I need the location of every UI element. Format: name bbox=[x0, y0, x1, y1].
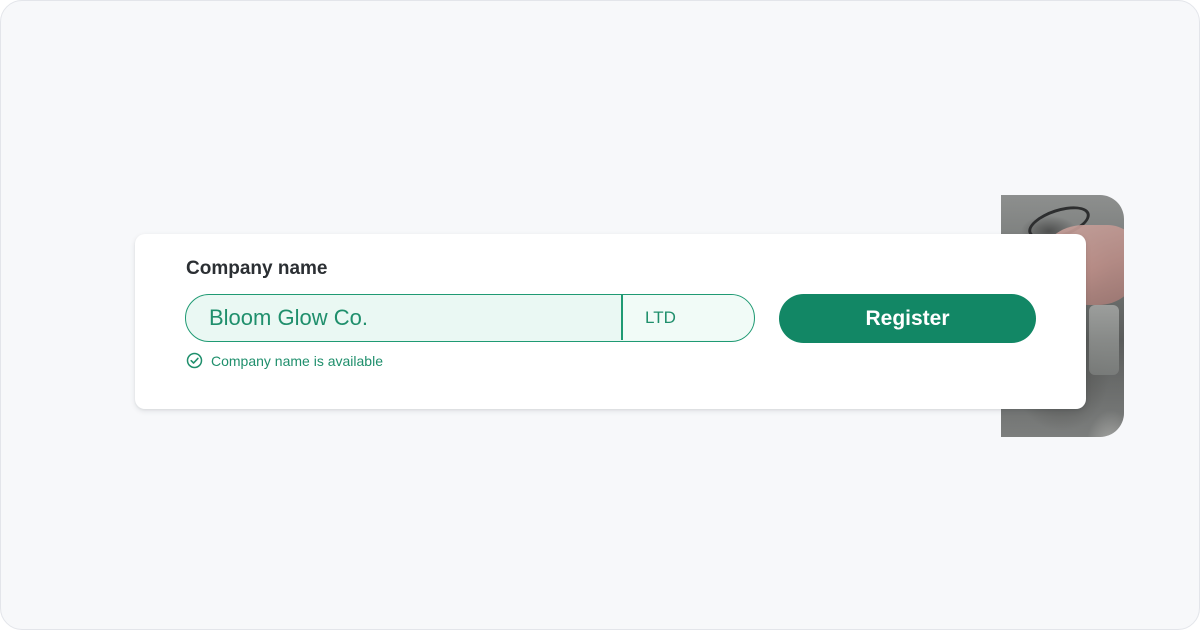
availability-status-text: Company name is available bbox=[211, 352, 383, 369]
company-name-input[interactable] bbox=[186, 295, 622, 340]
company-name-label: Company name bbox=[186, 258, 328, 279]
company-registration-card: Company name LTD Register Company name i… bbox=[135, 234, 1086, 409]
availability-status: Company name is available bbox=[186, 352, 383, 369]
check-circle-icon bbox=[186, 352, 203, 369]
register-button[interactable]: Register bbox=[779, 294, 1036, 343]
page-background: Company name LTD Register Company name i… bbox=[0, 0, 1200, 630]
photo-detail-tool bbox=[1089, 305, 1119, 375]
company-type-suffix[interactable]: LTD bbox=[623, 295, 753, 340]
company-name-field: LTD bbox=[185, 294, 755, 342]
